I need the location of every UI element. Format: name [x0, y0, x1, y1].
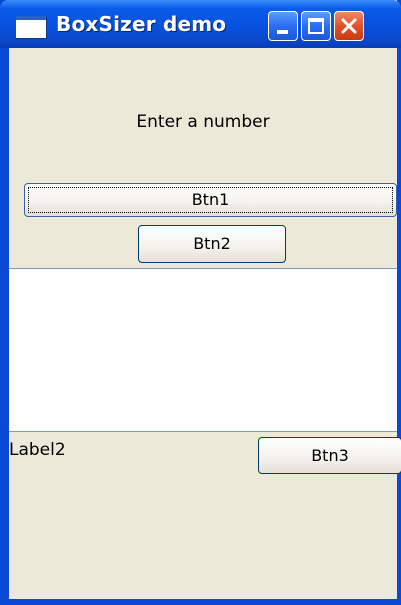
client-area: Enter a number Btn1 Btn2 Label2 Btn3 — [9, 48, 401, 599]
btn1-button[interactable]: Btn1 — [24, 183, 397, 217]
btn3-button[interactable]: Btn3 — [258, 437, 401, 474]
maximize-button[interactable] — [301, 11, 331, 41]
close-button[interactable] — [334, 11, 364, 41]
title-bar[interactable]: BoxSizer demo — [0, 0, 401, 48]
btn3-label: Btn3 — [311, 446, 349, 465]
app-window: BoxSizer demo Enter a number Btn1 Btn2 L… — [0, 0, 401, 605]
enter-number-label: Enter a number — [136, 112, 270, 132]
minimize-icon — [277, 30, 288, 34]
white-panel — [9, 268, 397, 432]
close-icon — [341, 18, 357, 34]
btn2-button[interactable]: Btn2 — [138, 225, 286, 263]
btn2-label: Btn2 — [193, 234, 231, 253]
window-icon[interactable] — [16, 16, 46, 38]
minimize-button[interactable] — [268, 11, 298, 41]
label2: Label2 — [9, 440, 66, 460]
focus-rectangle — [28, 187, 393, 213]
maximize-icon — [308, 18, 324, 34]
window-title: BoxSizer demo — [56, 12, 227, 36]
